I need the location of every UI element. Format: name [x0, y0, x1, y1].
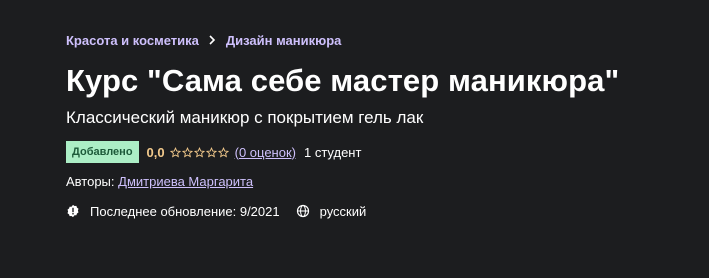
last-updated: Последнее обновление: 9/2021	[66, 204, 280, 219]
authors-label: Авторы:	[66, 174, 115, 189]
course-meta: Последнее обновление: 9/2021 русский	[66, 201, 699, 221]
page-title: Курс "Сама себе мастер маникюра"	[66, 63, 620, 98]
chevron-right-icon	[208, 35, 216, 45]
authors-row: Авторы: Дмитриева Маргарита	[66, 173, 699, 191]
reviews-link[interactable]: (0 оценок)	[235, 145, 296, 160]
breadcrumb-item-beauty[interactable]: Красота и косметика	[66, 33, 199, 48]
course-language: русский	[296, 203, 367, 219]
status-badge: Добавлено	[66, 141, 139, 163]
globe-icon	[296, 204, 310, 218]
star-outline-icon	[217, 146, 229, 158]
rating-value: 0,0	[146, 144, 165, 160]
course-header: Красота и косметика Дизайн маникюра Курс…	[66, 30, 699, 221]
star-outline-icon	[181, 146, 193, 158]
last-updated-text: Последнее обновление: 9/2021	[90, 203, 280, 219]
course-subtitle: Классический маникюр с покрытием гель ла…	[66, 108, 424, 127]
breadcrumb-item-manicure-design[interactable]: Дизайн маникюра	[226, 33, 342, 48]
rating-stars	[169, 146, 229, 158]
alert-badge-icon	[66, 204, 80, 218]
course-stats: Добавлено 0,0 (0 оценок) 1 студент	[66, 140, 699, 164]
star-outline-icon	[205, 146, 217, 158]
star-outline-icon	[169, 146, 181, 158]
language-text: русский	[319, 203, 367, 219]
star-outline-icon	[193, 146, 205, 158]
breadcrumb: Красота и косметика Дизайн маникюра	[66, 30, 699, 50]
author-link[interactable]: Дмитриева Маргарита	[118, 174, 253, 189]
students-count: 1 студент	[303, 144, 362, 160]
